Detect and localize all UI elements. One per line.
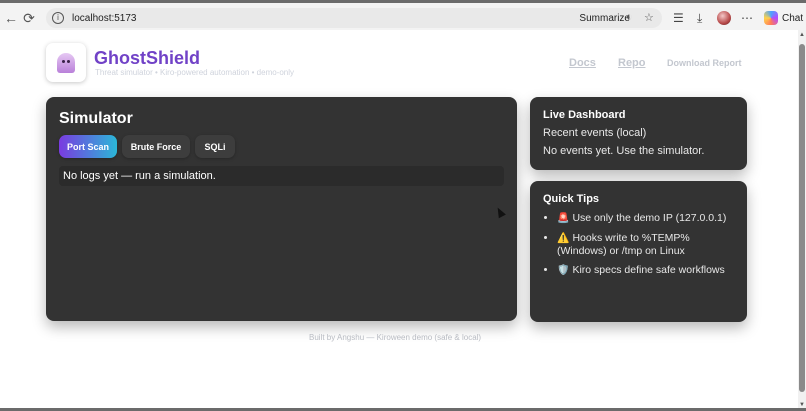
ghost-icon [57, 52, 75, 73]
app-logo [46, 43, 86, 82]
scroll-up-icon[interactable]: ▲ [798, 32, 806, 38]
simulator-panel: Simulator Port Scan Brute Force SQLi No … [46, 97, 517, 321]
dashboard-empty-text: No events yet. Use the simulator. [543, 145, 705, 157]
brand-subtitle: Threat simulator • Kiro-powered automati… [95, 68, 295, 77]
url-text[interactable]: localhost:5173 [72, 13, 137, 24]
tips-list: 🚨Use only the demo IP (127.0.0.1) ⚠️Hook… [557, 212, 737, 284]
info-icon[interactable]: i [52, 12, 64, 24]
tab-brute-force[interactable]: Brute Force [122, 135, 190, 158]
profile-avatar[interactable] [717, 11, 731, 25]
refresh-icon[interactable]: ⟳ [18, 7, 40, 29]
tab-port-scan[interactable]: Port Scan [59, 135, 117, 158]
shield-icon: 🛡️ [557, 265, 570, 276]
more-icon[interactable]: ⋯ [741, 11, 753, 25]
scroll-thumb[interactable] [799, 44, 805, 392]
address-bar[interactable]: i localhost:5173 Summarize ◐ ☆ [46, 8, 662, 28]
quick-tips-panel: Quick Tips 🚨Use only the demo IP (127.0.… [530, 181, 747, 322]
chat-button[interactable]: Chat [764, 11, 803, 25]
browser-toolbar: ← ⟳ i localhost:5173 Summarize ◐ ☆ ☰ ⤓ ⋯… [0, 0, 806, 30]
nav-repo-link[interactable]: Repo [618, 57, 646, 69]
dashboard-title: Live Dashboard [543, 109, 626, 121]
chat-label: Chat [782, 12, 804, 24]
summarize-button[interactable]: Summarize [579, 13, 630, 24]
dashboard-subtitle: Recent events (local) [543, 127, 647, 139]
live-dashboard-panel: Live Dashboard Recent events (local) No … [530, 97, 747, 170]
tips-title: Quick Tips [543, 193, 600, 205]
tip-item: 🚨Use only the demo IP (127.0.0.1) [557, 212, 737, 225]
nav-docs-link[interactable]: Docs [569, 57, 596, 69]
download-report-link[interactable]: Download Report [667, 58, 742, 68]
page-scrollbar[interactable]: ▲ ▼ [798, 30, 806, 408]
simulation-log: No logs yet — run a simulation. [59, 166, 504, 186]
brand-title: GhostShield [94, 48, 201, 68]
tip-text: Hooks write to %TEMP% (Windows) or /tmp … [557, 232, 690, 257]
siren-icon: 🚨 [557, 213, 570, 224]
favorite-star-icon[interactable]: ☆ [644, 11, 654, 24]
tip-item: ⚠️Hooks write to %TEMP% (Windows) or /tm… [557, 232, 737, 257]
summarize-icon[interactable]: ◐ [626, 11, 633, 23]
warning-icon: ⚠️ [557, 233, 570, 244]
copilot-icon [764, 11, 778, 25]
tab-sqli[interactable]: SQLi [195, 135, 235, 158]
tip-text: Kiro specs define safe workflows [572, 264, 725, 276]
collections-icon[interactable]: ☰ [673, 11, 684, 25]
tip-item: 🛡️Kiro specs define safe workflows [557, 264, 737, 277]
page-footer: Built by Angshu — Kiroween demo (safe & … [309, 333, 482, 342]
downloads-icon[interactable]: ⤓ [697, 11, 702, 26]
simulator-title: Simulator [59, 110, 133, 127]
tip-text: Use only the demo IP (127.0.0.1) [572, 212, 727, 224]
